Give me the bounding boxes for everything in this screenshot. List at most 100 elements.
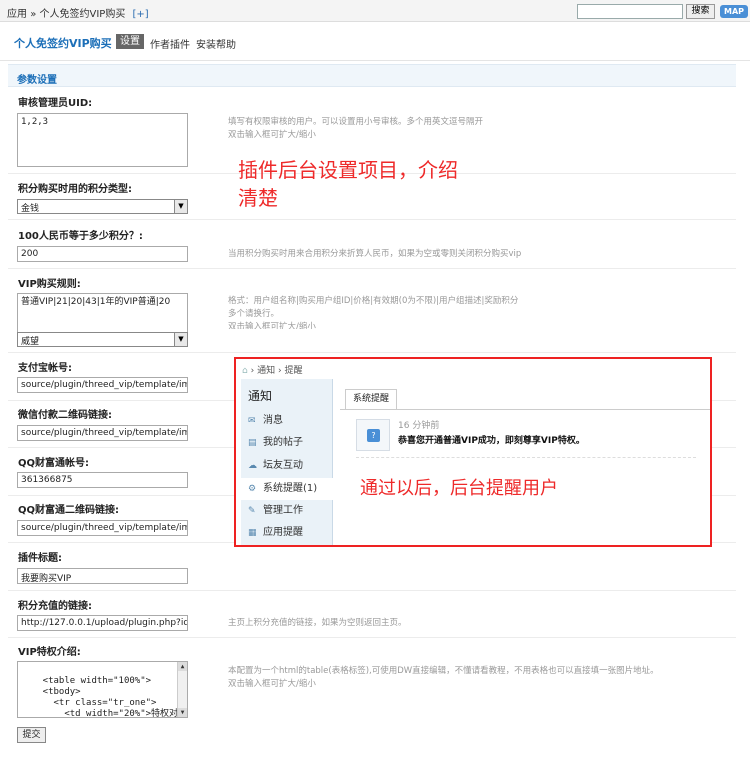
credit-ratio-hint: 当用积分购买时用来合用积分来折算人民币，如果为空或零则关闭积分购买vip — [228, 249, 522, 259]
section-header: 参数设置 — [8, 64, 736, 87]
row-divider — [8, 637, 736, 638]
admin-uid-label: 审核管理员UID: — [18, 98, 93, 109]
sidebar-item-app-remind[interactable]: ▦ 应用提醒 — [241, 522, 333, 544]
document-icon: ▤ — [248, 438, 257, 448]
plugin-title: 个人免签约VIP购买 — [14, 37, 112, 50]
row-divider — [8, 590, 736, 591]
settings-annotation-line-1: 插件后台设置项目，介绍 — [238, 158, 458, 182]
sidebar-item-label: 我的帖子 — [263, 437, 303, 448]
vip-rules-credit-select[interactable]: 威望 ▼ — [17, 332, 188, 347]
credit-type-value: 金钱 — [21, 204, 40, 214]
breadcrumb-notify[interactable]: 通知 — [257, 366, 275, 376]
tab-install-help[interactable]: 安装帮助 — [196, 36, 236, 51]
vip-intro-scrollbar[interactable]: ▲ ▼ — [177, 662, 187, 717]
vip-intro-label: VIP特权介绍: — [18, 647, 81, 658]
sidebar-item-admin-work[interactable]: ✎ 管理工作 — [241, 500, 333, 522]
notification-screenshot: ⌂ › 通知 › 提醒 通知 ✉ 消息 ▤ 我的帖子 ☁ 坛友互动 ⚙ 系统提醒… — [234, 357, 712, 547]
home-icon[interactable]: ⌂ — [242, 366, 248, 376]
cloud-icon: ☁ — [248, 461, 257, 471]
row-divider — [8, 219, 736, 220]
breadcrumb-arrow: › — [277, 366, 282, 376]
chevron-down-icon[interactable]: ▼ — [174, 333, 187, 346]
qq-account-input[interactable]: 361366875 — [17, 472, 188, 488]
header-divider — [0, 60, 750, 61]
vip-rules-hint-3: 双击输入框可扩大/缩小 — [228, 322, 316, 329]
notification-breadcrumb: ⌂ › 通知 › 提醒 — [242, 363, 302, 376]
vip-rules-credit-value: 威望 — [21, 337, 40, 347]
breadcrumb-arrow: › — [250, 366, 255, 376]
qq-qr-label: QQ财富通二维码链接: — [18, 505, 120, 516]
plugin-title-label: 插件标题: — [18, 553, 62, 564]
vip-intro-hint-2: 双击输入框可扩大/缩小 — [228, 679, 316, 689]
vip-rules-hint-1: 格式：用户组名称|购买用户组ID|价格|有效期(0为不限)|用户组描述|奖励积分 — [228, 296, 519, 306]
notify-annotation: 通过以后，后台提醒用户 — [360, 478, 558, 499]
chevron-down-icon[interactable]: ▼ — [174, 200, 187, 213]
notification-item: ? 16 分钟前 恭喜您开通普通VIP成功，即刻尊享VIP特权。 — [356, 415, 686, 457]
sidebar-item-label: 坛友互动 — [263, 460, 303, 471]
sidebar-item-interaction[interactable]: ☁ 坛友互动 — [241, 455, 333, 477]
add-shortcut-link[interactable]: [+] — [133, 9, 149, 20]
notification-sidebar-title: 通知 — [248, 389, 273, 403]
tab-author-plugins[interactable]: 作者插件 — [150, 36, 190, 51]
map-button[interactable]: MAP — [720, 5, 748, 18]
notification-sidebar: 通知 ✉ 消息 ▤ 我的帖子 ☁ 坛友互动 ⚙ 系统提醒(1) ✎ 管理工作 ▦… — [241, 379, 333, 545]
admin-uid-hint-1: 填写有权限审核的用户。可以设置用小号审核。多个用英文逗号隔开 — [228, 117, 484, 127]
breadcrumb-remind: 提醒 — [284, 366, 303, 376]
section-title: 参数设置 — [17, 75, 57, 86]
qq-account-label: QQ财富通帐号: — [18, 458, 90, 469]
tab-settings[interactable]: 设置 — [116, 34, 144, 49]
scroll-up-icon[interactable]: ▲ — [178, 662, 187, 671]
notification-message: 恭喜您开通普通VIP成功，即刻尊享VIP特权。 — [398, 436, 585, 446]
sidebar-item-label: 消息 — [263, 415, 283, 426]
vip-intro-textarea[interactable]: <table width="100%"> <tbody> <tr class="… — [17, 661, 188, 718]
sidebar-item-label: 应用提醒 — [263, 527, 303, 538]
qq-qr-input[interactable]: source/plugin/threed_vip/template/imag — [17, 520, 188, 536]
submit-button[interactable]: 提交 — [17, 727, 46, 743]
wrench-icon: ✎ — [248, 506, 256, 516]
credit-type-label: 积分购买时用的积分类型: — [18, 184, 132, 195]
sidebar-item-messages[interactable]: ✉ 消息 — [241, 410, 333, 432]
vip-intro-text: <table width="100%"> <tbody> <tr class="… — [42, 676, 188, 718]
credit-ratio-label: 100人民币等于多少积分？: — [18, 231, 143, 242]
search-input[interactable] — [577, 4, 683, 19]
breadcrumb: 应用 » 个人免签约VIP购买 [+] — [7, 5, 149, 20]
plugin-title-input[interactable]: 我要购买VIP — [17, 568, 188, 584]
row-divider — [8, 268, 736, 269]
message-icon: ✉ — [248, 416, 256, 426]
breadcrumb-separator: » — [30, 9, 37, 20]
notification-avatar: ? — [356, 419, 390, 451]
top-bar: 应用 » 个人免签约VIP购买 [+] 搜索 MAP — [0, 0, 750, 22]
recharge-link-input[interactable]: http://127.0.0.1/upload/plugin.php?id=t — [17, 615, 188, 631]
notification-time: 16 分钟前 — [398, 421, 440, 431]
row-divider — [8, 352, 736, 353]
vip-rules-hint-2: 多个请换行。 — [228, 309, 280, 319]
sidebar-item-label: 系统提醒(1) — [263, 483, 318, 494]
alipay-input[interactable]: source/plugin/threed_vip/template/imag — [17, 377, 188, 393]
breadcrumb-current: 个人免签约VIP购买 — [39, 9, 126, 20]
sidebar-item-system-remind[interactable]: ⚙ 系统提醒(1) — [241, 478, 333, 500]
sidebar-item-my-posts[interactable]: ▤ 我的帖子 — [241, 432, 333, 454]
credit-ratio-input[interactable]: 200 — [17, 246, 188, 262]
search-button[interactable]: 搜索 — [686, 4, 715, 19]
settings-annotation-line-2: 清楚 — [238, 186, 278, 210]
grid-icon: ▦ — [248, 528, 257, 538]
vip-intro-hint-1: 本配置为一个html的table(表格标签),可使用DW直接编辑，不懂请看教程，… — [228, 666, 659, 676]
sidebar-item-label: 管理工作 — [263, 505, 303, 516]
gear-icon: ⚙ — [248, 484, 257, 494]
scroll-down-icon[interactable]: ▼ — [178, 708, 187, 717]
wechat-qr-input[interactable]: source/plugin/threed_vip/template/imag — [17, 425, 188, 441]
alipay-label: 支付宝帐号: — [18, 363, 72, 374]
settings-annotation: 插件后台设置项目，介绍 清楚 — [238, 156, 498, 212]
system-icon: ? — [367, 429, 380, 442]
recharge-link-label: 积分充值的链接: — [18, 601, 92, 612]
vip-rules-textarea[interactable]: 普通VIP|21|20|43|1年的VIP普通|20 — [17, 293, 188, 333]
wechat-qr-label: 微信付款二维码链接: — [18, 410, 112, 421]
admin-uid-textarea[interactable]: 1,2,3 — [17, 113, 188, 167]
breadcrumb-app[interactable]: 应用 — [7, 9, 27, 20]
vip-rules-label: VIP购买规则: — [18, 279, 81, 290]
tab-system-remind[interactable]: 系统提醒 — [345, 389, 397, 409]
admin-uid-hint-2: 双击输入框可扩大/缩小 — [228, 130, 316, 140]
credit-type-select[interactable]: 金钱 ▼ — [17, 199, 188, 214]
tab-underline — [340, 409, 710, 410]
notification-divider — [356, 457, 696, 458]
